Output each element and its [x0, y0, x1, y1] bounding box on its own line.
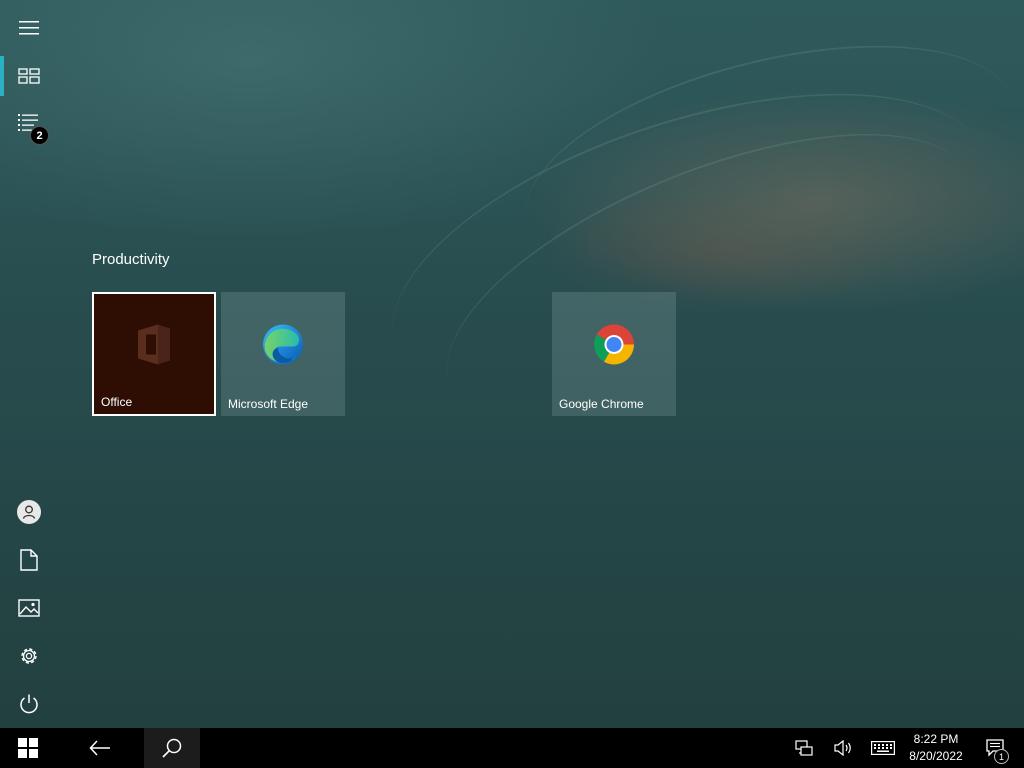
back-button[interactable]: [76, 728, 124, 768]
tile-office[interactable]: Office: [92, 292, 216, 416]
documents-icon: [20, 549, 38, 571]
pinned-tiles-button[interactable]: [0, 52, 58, 100]
group-title[interactable]: Productivity: [92, 251, 170, 268]
all-apps-button[interactable]: 2: [0, 100, 58, 148]
power-button[interactable]: [0, 680, 58, 728]
expand-menu-button[interactable]: [0, 4, 58, 52]
windows-logo-icon: [18, 738, 38, 758]
documents-button[interactable]: [0, 536, 58, 584]
clock-date: 8/20/2022: [909, 749, 963, 763]
volume-button[interactable]: [830, 728, 858, 768]
start-button[interactable]: [0, 728, 56, 768]
tile-label: Microsoft Edge: [228, 397, 309, 411]
tile-label: Office: [101, 395, 133, 409]
edge-icon: [261, 322, 305, 371]
power-icon: [20, 694, 38, 714]
chrome-icon: [590, 320, 638, 373]
search-icon: [162, 738, 182, 758]
pictures-icon: [18, 599, 40, 617]
taskbar-clock[interactable]: 8:22 PM 8/20/2022: [900, 731, 972, 765]
network-ethernet-icon: [795, 740, 813, 756]
touch-keyboard-button[interactable]: [868, 728, 898, 768]
back-arrow-icon: [89, 740, 110, 756]
start-left-rail: 2: [0, 0, 58, 728]
clock-time: 8:22 PM: [913, 732, 959, 746]
tile-label: Google Chrome: [559, 397, 644, 411]
pictures-button[interactable]: [0, 584, 58, 632]
network-button[interactable]: [790, 728, 818, 768]
search-button[interactable]: [144, 728, 200, 768]
taskbar: 8:22 PM 8/20/2022 1: [0, 728, 1024, 768]
pinned-tiles-icon: [18, 68, 40, 84]
settings-gear-icon: [21, 648, 37, 664]
speaker-volume-icon: [834, 740, 851, 756]
user-account-icon: [17, 500, 41, 524]
tile-google-chrome[interactable]: Google Chrome: [552, 292, 676, 416]
settings-button[interactable]: [0, 632, 58, 680]
all-apps-badge: 2: [30, 126, 49, 145]
user-account-button[interactable]: [0, 488, 58, 536]
keyboard-icon: [871, 741, 895, 755]
notification-count-badge: 1: [994, 749, 1009, 764]
tile-microsoft-edge[interactable]: Microsoft Edge: [221, 292, 345, 416]
hamburger-menu-icon: [19, 21, 39, 35]
office-icon: [134, 322, 174, 371]
